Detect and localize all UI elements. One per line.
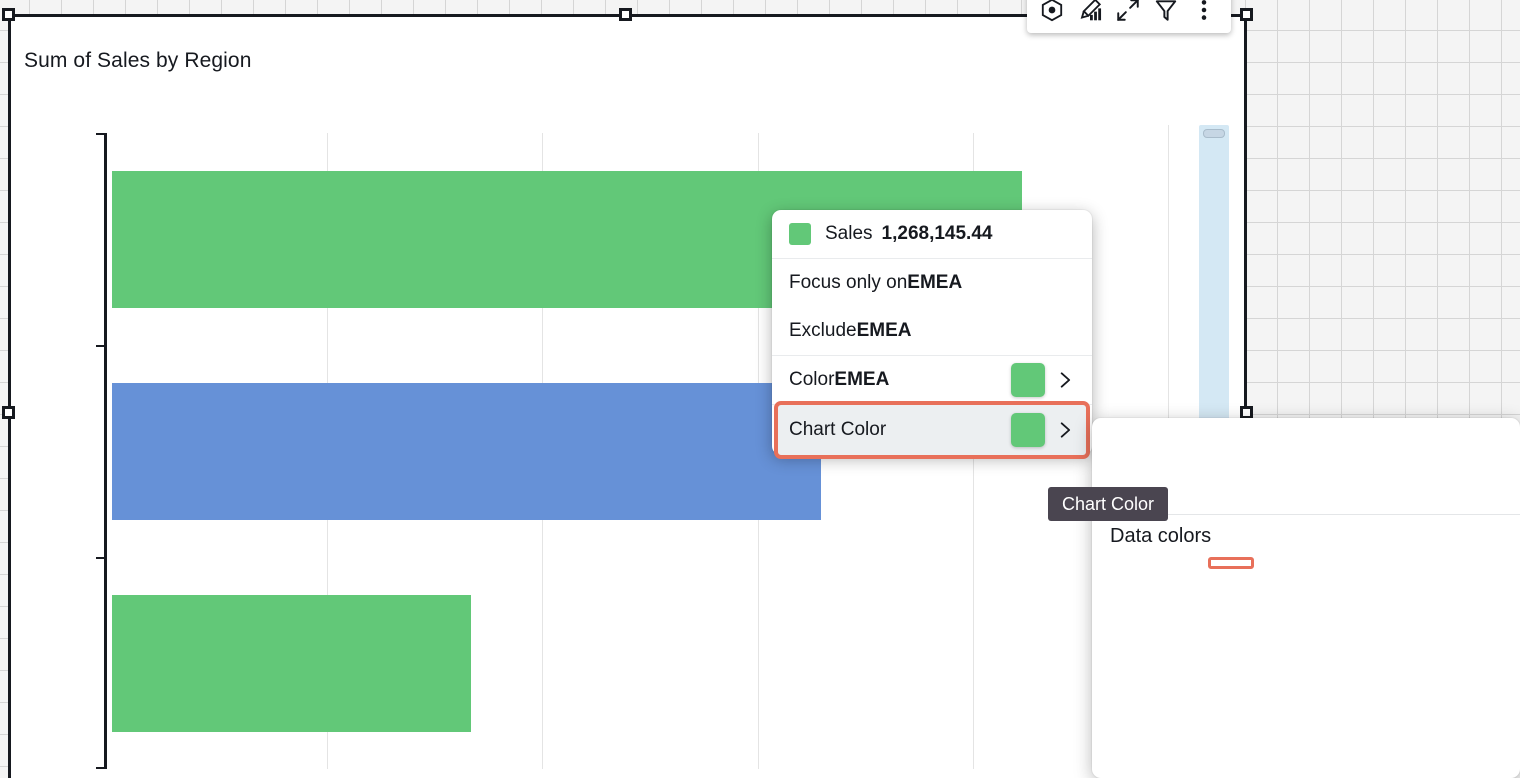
color-swatch-cell[interactable] (1156, 452, 1206, 470)
menu-item-label: Focus only on (789, 272, 907, 294)
data-color-swatch-grid[interactable] (1092, 550, 1520, 590)
color-swatch-cell[interactable] (1356, 434, 1406, 452)
color-swatch-cell[interactable] (1406, 470, 1456, 488)
color-swatch-cell[interactable] (1306, 452, 1356, 470)
tooltip-text: Chart Color (1062, 494, 1154, 515)
resize-handle-middle-left[interactable] (2, 406, 15, 419)
bar[interactable] (112, 595, 471, 732)
color-swatch-cell[interactable] (1456, 554, 1506, 572)
color-swatch-cell[interactable] (1106, 470, 1156, 488)
color-swatch[interactable] (1011, 413, 1045, 447)
color-swatch-cell[interactable] (1356, 488, 1406, 506)
color-swatch-cell[interactable] (1156, 554, 1206, 572)
menu-item-target: EMEA (834, 369, 889, 391)
color-swatch-cell[interactable] (1406, 554, 1456, 572)
color-swatch-cell[interactable] (1256, 554, 1306, 572)
edit-chart-icon[interactable] (1071, 0, 1109, 29)
chevron-right-icon (1045, 420, 1075, 440)
color-swatch-cell[interactable] (1456, 488, 1506, 506)
y-axis-tick (96, 133, 104, 135)
color-swatch-cell[interactable] (1306, 554, 1356, 572)
menu-item-exclude[interactable]: Exclude EMEA (772, 307, 1092, 355)
color-swatch-cell[interactable] (1356, 572, 1406, 590)
color-swatch-cell[interactable] (1206, 470, 1256, 488)
insights-icon[interactable] (1033, 0, 1071, 29)
hover-tooltip: Chart Color (1048, 487, 1168, 521)
color-swatch-cell[interactable] (1306, 434, 1356, 452)
color-swatch-cell[interactable] (1456, 470, 1506, 488)
maximize-icon[interactable] (1109, 0, 1147, 29)
color-swatch-cell[interactable] (1156, 470, 1206, 488)
menu-item-label: Color (789, 369, 834, 391)
color-swatch[interactable] (1011, 363, 1045, 397)
menu-item-target: EMEA (857, 320, 912, 342)
y-axis-tick (96, 767, 104, 769)
resize-handle-top-right[interactable] (1240, 8, 1253, 21)
resize-handle-top-left[interactable] (2, 8, 15, 21)
menu-item-focus-only-on[interactable]: Focus only on EMEA (772, 259, 1092, 307)
series-color-swatch (789, 223, 811, 245)
gridline-right (1168, 125, 1169, 437)
color-swatch-cell[interactable] (1256, 488, 1306, 506)
color-swatch-cell[interactable] (1106, 572, 1156, 590)
scrollbar-thumb[interactable] (1203, 129, 1225, 138)
color-palette-panel[interactable]: Data colors (1092, 418, 1520, 778)
color-swatch-cell[interactable] (1306, 572, 1356, 590)
context-menu[interactable]: Sales 1,268,145.44 Focus only on EMEA Ex… (772, 210, 1092, 455)
color-swatch-cell[interactable] (1106, 434, 1156, 452)
color-swatch-cell[interactable] (1356, 470, 1406, 488)
color-swatch-cell[interactable] (1306, 488, 1356, 506)
color-swatch-cell[interactable] (1256, 434, 1306, 452)
menu-item-label: Exclude (789, 320, 857, 342)
page-title: Sum of Sales by Region (24, 49, 252, 73)
color-swatch-cell[interactable] (1206, 572, 1256, 590)
chevron-right-icon (1045, 370, 1075, 390)
color-swatch-cell[interactable] (1406, 452, 1456, 470)
menu-item-label: Chart Color (789, 419, 886, 441)
color-swatch-cell[interactable] (1356, 452, 1406, 470)
y-axis-tick (96, 557, 104, 559)
filter-icon[interactable] (1147, 0, 1185, 29)
color-swatch-cell[interactable] (1406, 572, 1456, 590)
color-swatch-cell[interactable] (1406, 434, 1456, 452)
color-swatch-cell[interactable] (1207, 556, 1255, 570)
vertical-scrollbar[interactable] (1199, 125, 1229, 437)
color-swatch-cell[interactable] (1256, 452, 1306, 470)
color-swatch-cell[interactable] (1156, 572, 1206, 590)
series-name: Sales (825, 223, 873, 245)
color-swatch-cell[interactable] (1256, 470, 1306, 488)
color-swatch-cell[interactable] (1456, 434, 1506, 452)
menu-item-color-emea[interactable]: Color EMEA (772, 356, 1092, 404)
series-value: 1,268,145.44 (882, 223, 993, 245)
menu-item-target: EMEA (907, 272, 962, 294)
color-swatch-cell[interactable] (1106, 554, 1156, 572)
color-swatch-cell[interactable] (1306, 470, 1356, 488)
y-axis-tick (96, 345, 104, 347)
bar[interactable] (112, 383, 821, 520)
visual-toolbar[interactable] (1027, 0, 1231, 33)
color-swatch-cell[interactable] (1206, 434, 1256, 452)
context-menu-value-header: Sales 1,268,145.44 (772, 210, 1092, 258)
color-swatch-cell[interactable] (1156, 434, 1206, 452)
color-swatch-cell[interactable] (1206, 452, 1256, 470)
y-axis-line (104, 133, 107, 769)
color-swatch-cell[interactable] (1356, 554, 1406, 572)
color-swatch-cell[interactable] (1106, 452, 1156, 470)
resize-handle-top-center[interactable] (619, 8, 632, 21)
color-swatch-cell[interactable] (1256, 572, 1306, 590)
menu-item-chart-color[interactable]: Chart Color (778, 405, 1086, 455)
color-swatch-cell[interactable] (1456, 452, 1506, 470)
color-swatch-cell[interactable] (1406, 488, 1456, 506)
more-options-icon[interactable] (1185, 0, 1223, 29)
color-swatch-cell[interactable] (1206, 488, 1256, 506)
